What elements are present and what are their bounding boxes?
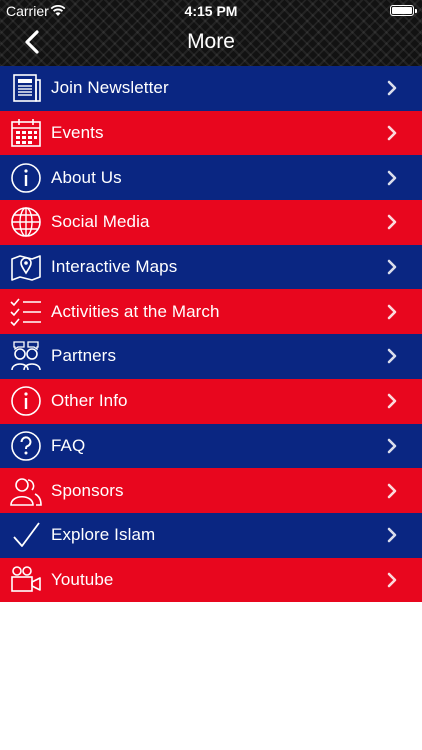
menu-item-label: Activities at the March <box>51 301 220 321</box>
chevron-right-icon <box>387 572 397 588</box>
chevron-right-icon <box>387 215 397 230</box>
menu-item-label: Sponsors <box>51 480 124 500</box>
chevron-right-icon <box>387 304 397 320</box>
menu-item-events[interactable]: Events <box>0 110 422 156</box>
chevron-right-icon <box>387 438 397 454</box>
menu-item-activities-at-the-march[interactable]: Activities at the March <box>0 289 422 335</box>
menu-item-youtube[interactable]: Youtube <box>0 557 422 603</box>
checklist-icon <box>9 296 43 328</box>
menu-item-about-us[interactable]: About Us <box>0 155 422 201</box>
menu-item-interactive-maps[interactable]: Interactive Maps <box>0 244 422 290</box>
chevron-right-icon <box>387 81 397 96</box>
menu-item-label: Join Newsletter <box>51 78 169 98</box>
menu-item-label: Explore Islam <box>51 525 156 545</box>
people-chat-icon <box>9 340 43 372</box>
menu-item-label: About Us <box>51 167 122 187</box>
menu-list: Join Newsletter Events About Us Social Medi… <box>0 66 422 603</box>
chevron-right-icon <box>387 125 397 141</box>
chevron-right-icon <box>387 483 397 498</box>
map-pin-icon <box>9 251 43 283</box>
menu-item-explore-islam[interactable]: Explore Islam <box>0 512 422 558</box>
chevron-right-icon <box>387 393 397 409</box>
page-title: More <box>187 30 235 53</box>
battery-icon <box>390 5 417 16</box>
menu-item-label: FAQ <box>51 435 86 455</box>
globe-icon <box>9 206 43 238</box>
status-time: 4:15 PM <box>184 3 238 19</box>
checkmark-icon <box>9 519 43 551</box>
chevron-right-icon <box>387 170 397 186</box>
calendar-icon <box>9 117 43 149</box>
menu-item-join-newsletter[interactable]: Join Newsletter <box>0 66 422 111</box>
menu-item-partners[interactable]: Partners <box>0 334 422 379</box>
chevron-right-icon <box>387 349 397 364</box>
menu-item-label: Partners <box>51 346 117 366</box>
info-icon <box>9 385 43 417</box>
question-icon <box>9 430 43 462</box>
menu-item-social-media[interactable]: Social Media <box>0 200 422 245</box>
menu-item-sponsors[interactable]: Sponsors <box>0 468 422 513</box>
menu-item-label: Other Info <box>51 391 128 411</box>
status-bar: Carrier 4:15 PM <box>0 0 422 22</box>
menu-item-label: Events <box>51 123 104 143</box>
menu-item-label: Youtube <box>51 569 114 589</box>
chevron-right-icon <box>387 527 397 543</box>
menu-item-other-info[interactable]: Other Info <box>0 378 422 424</box>
menu-item-label: Interactive Maps <box>51 257 178 277</box>
menu-item-label: Social Media <box>51 212 150 232</box>
nav-bar: Carrier 4:15 PM More <box>0 0 422 66</box>
people-icon <box>9 475 43 507</box>
video-camera-icon <box>9 564 43 596</box>
info-icon <box>9 162 43 194</box>
newspaper-icon <box>9 72 43 104</box>
chevron-right-icon <box>387 259 397 275</box>
menu-item-faq[interactable]: FAQ <box>0 423 422 469</box>
